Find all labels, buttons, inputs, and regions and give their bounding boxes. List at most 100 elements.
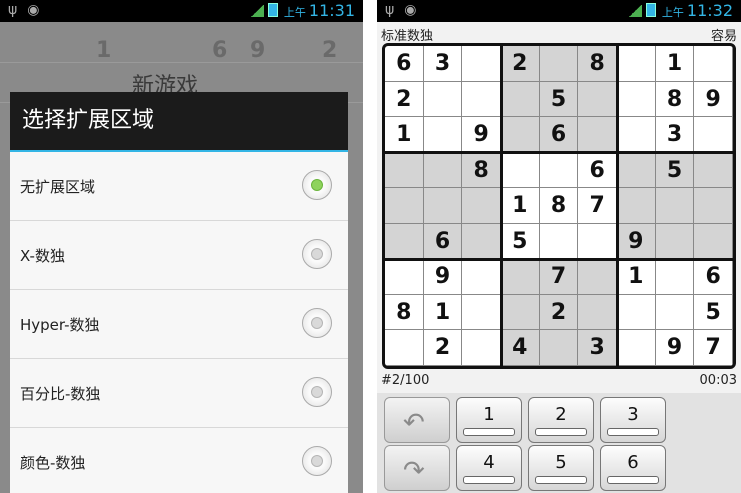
option-x-sudoku[interactable]: X-数独: [10, 221, 348, 290]
sudoku-cell[interactable]: 1: [423, 294, 463, 331]
sudoku-cell[interactable]: [462, 259, 501, 295]
sudoku-cell[interactable]: 8: [539, 188, 579, 224]
sudoku-cell[interactable]: 1: [617, 259, 656, 295]
sudoku-cell[interactable]: 5: [539, 81, 579, 118]
key-5[interactable]: 5: [528, 445, 594, 491]
sudoku-cell[interactable]: 4: [501, 330, 540, 366]
sudoku-cell[interactable]: 9: [655, 330, 695, 366]
sudoku-cell[interactable]: [694, 117, 733, 153]
key-6[interactable]: 6: [600, 445, 666, 491]
sudoku-cell[interactable]: [423, 117, 463, 153]
option-hyper-sudoku[interactable]: Hyper-数独: [10, 290, 348, 359]
sudoku-cell[interactable]: 8: [578, 46, 617, 82]
sudoku-cell[interactable]: 2: [501, 46, 540, 82]
sudoku-cell[interactable]: 2: [385, 81, 424, 118]
sudoku-cell[interactable]: [578, 259, 617, 295]
sudoku-cell[interactable]: [578, 117, 617, 153]
sudoku-cell[interactable]: 8: [385, 294, 424, 331]
option-color-sudoku[interactable]: 颜色-数独: [10, 428, 348, 493]
sudoku-cell[interactable]: 6: [578, 152, 617, 189]
sudoku-cell[interactable]: [655, 223, 695, 260]
sudoku-cell[interactable]: 6: [539, 117, 579, 153]
sudoku-cell[interactable]: [655, 294, 695, 331]
sudoku-cell[interactable]: [423, 188, 463, 224]
sudoku-cell[interactable]: 5: [501, 223, 540, 260]
sudoku-cell[interactable]: 3: [578, 330, 617, 366]
sudoku-cell[interactable]: [655, 259, 695, 295]
option-percent-sudoku[interactable]: 百分比-数独: [10, 359, 348, 428]
sudoku-cell[interactable]: 2: [539, 294, 579, 331]
sudoku-cell[interactable]: [617, 294, 656, 331]
sudoku-cell[interactable]: 5: [655, 152, 695, 189]
radio-selected-icon[interactable]: [302, 170, 332, 200]
sudoku-cell[interactable]: [462, 330, 501, 366]
radio-icon[interactable]: [302, 239, 332, 269]
sudoku-cell[interactable]: [462, 223, 501, 260]
option-none[interactable]: 无扩展区域: [10, 152, 348, 221]
sudoku-cell[interactable]: [578, 294, 617, 331]
sudoku-cell[interactable]: [578, 223, 617, 260]
sudoku-cell[interactable]: [694, 188, 733, 224]
sudoku-cell[interactable]: [501, 152, 540, 189]
sudoku-cell[interactable]: 6: [694, 259, 733, 295]
sudoku-cell[interactable]: [694, 46, 733, 82]
sudoku-cell[interactable]: [501, 259, 540, 295]
sudoku-cell[interactable]: [501, 294, 540, 331]
sudoku-cell[interactable]: [539, 223, 579, 260]
sudoku-cell[interactable]: 6: [385, 46, 424, 82]
sudoku-cell[interactable]: [694, 152, 733, 189]
key-4[interactable]: 4: [456, 445, 522, 491]
sudoku-cell[interactable]: 7: [578, 188, 617, 224]
sudoku-cell[interactable]: [539, 152, 579, 189]
sudoku-cell[interactable]: [385, 188, 424, 224]
sudoku-cell[interactable]: 6: [423, 223, 463, 260]
radio-icon[interactable]: [302, 446, 332, 476]
sudoku-cell[interactable]: [617, 81, 656, 118]
sudoku-cell[interactable]: [501, 117, 540, 153]
sudoku-cell[interactable]: [501, 81, 540, 118]
sudoku-cell[interactable]: [385, 223, 424, 260]
sudoku-cell[interactable]: [617, 330, 656, 366]
radio-icon[interactable]: [302, 308, 332, 338]
usb-icon: ψ: [8, 2, 18, 18]
redo-button[interactable]: ↷: [384, 445, 450, 491]
sudoku-cell[interactable]: 1: [385, 117, 424, 153]
sudoku-cell[interactable]: 9: [694, 81, 733, 118]
sudoku-cell[interactable]: [617, 152, 656, 189]
sudoku-cell[interactable]: 1: [655, 46, 695, 82]
sudoku-cell[interactable]: 1: [501, 188, 540, 224]
sudoku-cell[interactable]: [423, 152, 463, 189]
radio-icon[interactable]: [302, 377, 332, 407]
sudoku-cell[interactable]: 3: [655, 117, 695, 153]
sudoku-cell[interactable]: 5: [694, 294, 733, 331]
sudoku-cell[interactable]: 7: [539, 259, 579, 295]
sudoku-cell[interactable]: [385, 152, 424, 189]
sudoku-cell[interactable]: 9: [423, 259, 463, 295]
sudoku-cell[interactable]: [578, 81, 617, 118]
sudoku-cell[interactable]: [462, 188, 501, 224]
sudoku-cell[interactable]: [617, 117, 656, 153]
sudoku-cell[interactable]: [462, 46, 501, 82]
sudoku-cell[interactable]: 7: [694, 330, 733, 366]
sudoku-cell[interactable]: 9: [617, 223, 656, 260]
sudoku-cell[interactable]: [423, 81, 463, 118]
key-1[interactable]: 1: [456, 397, 522, 443]
sudoku-cell[interactable]: [385, 259, 424, 295]
sudoku-cell[interactable]: [462, 81, 501, 118]
sudoku-cell[interactable]: [462, 294, 501, 331]
sudoku-cell[interactable]: 9: [462, 117, 501, 153]
sudoku-cell[interactable]: [617, 46, 656, 82]
sudoku-cell[interactable]: [694, 223, 733, 260]
key-2[interactable]: 2: [528, 397, 594, 443]
sudoku-cell[interactable]: [385, 330, 424, 366]
sudoku-cell[interactable]: [655, 188, 695, 224]
sudoku-cell[interactable]: [539, 330, 579, 366]
sudoku-cell[interactable]: 8: [655, 81, 695, 118]
sudoku-cell[interactable]: 2: [423, 330, 463, 366]
key-3[interactable]: 3: [600, 397, 666, 443]
undo-button[interactable]: ↶: [384, 397, 450, 443]
sudoku-cell[interactable]: [617, 188, 656, 224]
sudoku-cell[interactable]: [539, 46, 579, 82]
sudoku-cell[interactable]: 3: [423, 46, 463, 82]
sudoku-cell[interactable]: 8: [462, 152, 501, 189]
